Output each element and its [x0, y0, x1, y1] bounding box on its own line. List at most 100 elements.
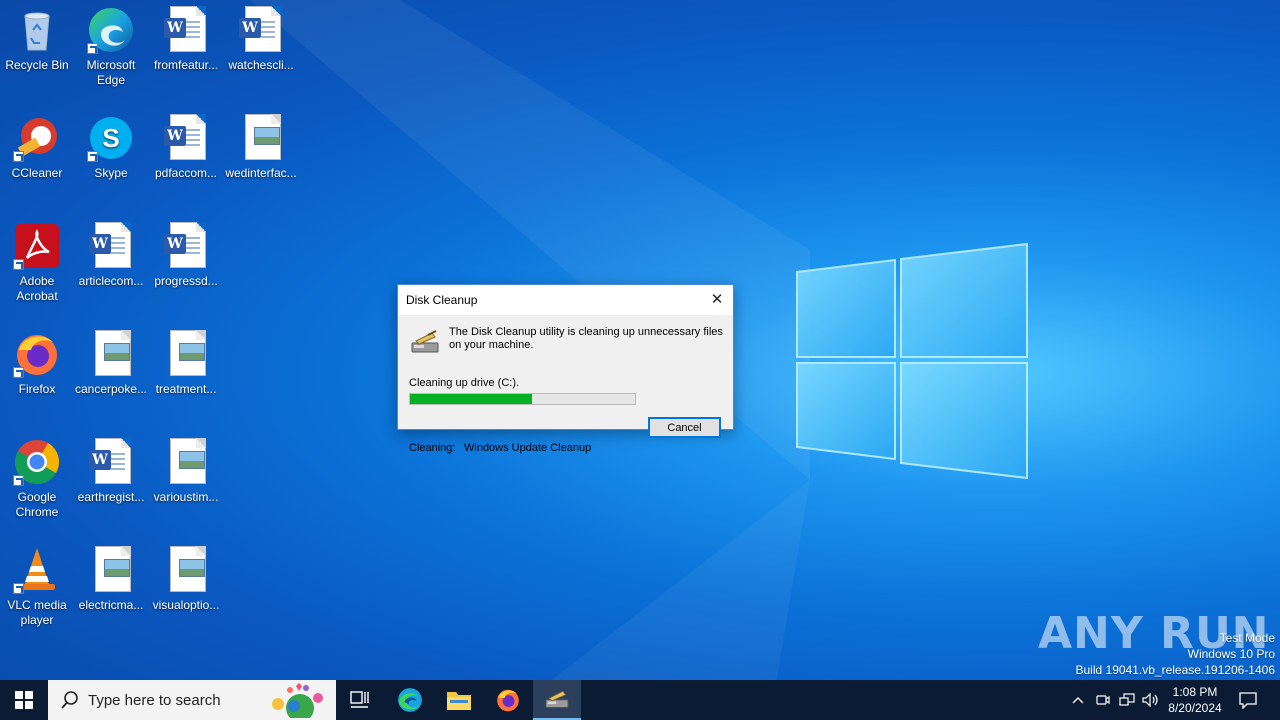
firefox-icon [13, 330, 61, 378]
watermark-line: Build 19041.vb_release.191206-1406 [1075, 663, 1276, 677]
desktop-icon-ccleaner[interactable]: CCleaner [0, 108, 75, 208]
image-file-icon [87, 330, 135, 378]
taskbar-disk-cleanup-button[interactable] [533, 680, 581, 720]
skype-icon: S [87, 114, 135, 162]
desktop-icon-image-file[interactable]: treatment... [148, 324, 224, 424]
dialog-message: The Disk Cleanup utility is cleaning up … [449, 326, 723, 351]
word-document-icon: W [162, 6, 210, 54]
watermark-line: Windows 10 Pro [1187, 647, 1275, 661]
desktop-icon-word-doc[interactable]: W articlecom... [73, 216, 149, 316]
show-hidden-icons-button[interactable] [1068, 680, 1088, 720]
word-document-icon: W [237, 6, 285, 54]
desktop-icon-google-chrome[interactable]: Google Chrome [0, 432, 75, 532]
desktop-icon-label: Skype [94, 166, 128, 180]
desktop-icon-label: wedinterfac... [225, 166, 297, 180]
shortcut-arrow-icon [87, 151, 98, 162]
progress-fill [410, 394, 532, 404]
desktop-icon-word-doc[interactable]: W watchescli... [223, 0, 299, 100]
taskbar-search-box[interactable]: Type here to search [48, 680, 336, 720]
word-document-icon: W [162, 114, 210, 162]
start-button[interactable] [0, 680, 48, 720]
desktop-icon-word-doc[interactable]: W earthregist... [73, 432, 149, 532]
desktop-icon-firefox[interactable]: Firefox [0, 324, 75, 424]
disk-cleanup-icon [411, 330, 439, 353]
image-file-icon [237, 114, 285, 162]
vlc-icon [13, 546, 61, 594]
tray-volume-button[interactable] [1141, 680, 1161, 720]
image-file-icon [162, 438, 210, 486]
dialog-titlebar[interactable]: Disk Cleanup ✕ [398, 285, 733, 315]
shortcut-arrow-icon [87, 43, 98, 54]
desktop-icon-label: electricma... [78, 598, 144, 612]
desktop-icon-label: progressd... [154, 274, 218, 288]
desktop-icon-word-doc[interactable]: W pdfaccom... [148, 108, 224, 208]
edge-icon [398, 688, 422, 712]
adobe-acrobat-icon [13, 222, 61, 270]
desktop-icon-vlc[interactable]: VLC media player [0, 540, 75, 640]
cleaning-status: Cleaning: Windows Update Cleanup [409, 442, 591, 454]
action-center-button[interactable] [1236, 680, 1260, 720]
desktop-icon-microsoft-edge[interactable]: Microsoft Edge [73, 0, 149, 100]
desktop-icon-word-doc[interactable]: W progressd... [148, 216, 224, 316]
tray-meet-now-button[interactable] [1093, 680, 1113, 720]
progress-bar [409, 393, 636, 405]
firefox-icon [497, 689, 519, 712]
close-icon[interactable]: ✕ [701, 285, 733, 315]
word-document-icon: W [87, 438, 135, 486]
image-file-icon [162, 330, 210, 378]
desktop-icon-label: pdfaccom... [154, 166, 218, 180]
shortcut-arrow-icon [13, 151, 24, 162]
chevron-up-icon [1072, 697, 1084, 704]
clock-time: 1:08 PM [1172, 685, 1218, 699]
folder-icon [447, 692, 471, 710]
taskbar-edge-button[interactable] [386, 680, 434, 720]
windows-test-mode-watermark: Test Mode Windows 10 Pro Build 19041.vb_… [1076, 630, 1276, 678]
desktop-icon-image-file[interactable]: cancerpoke... [73, 324, 149, 424]
desktop-icon-label: cancerpoke... [74, 382, 148, 396]
volume-icon [1142, 693, 1158, 707]
desktop-icon-label: Google Chrome [15, 490, 59, 519]
windows-logo-wallpaper [796, 242, 1028, 480]
meet-now-icon [1096, 695, 1110, 705]
desktop-icon-word-doc[interactable]: W fromfeatur... [148, 0, 224, 100]
desktop-icon-recycle-bin[interactable]: Recycle Bin [0, 0, 75, 100]
shortcut-arrow-icon [13, 583, 24, 594]
desktop-icon-skype[interactable]: S Skype [73, 108, 149, 208]
ccleaner-icon [13, 114, 61, 162]
edge-icon [87, 6, 135, 54]
taskbar-clock[interactable]: 1:08 PM 8/20/2024 [1165, 684, 1225, 716]
desktop-icon-label: Recycle Bin [5, 58, 69, 72]
desktop-icon-label: Firefox [18, 382, 56, 396]
desktop-icon-adobe-acrobat[interactable]: Adobe Acrobat [0, 216, 75, 316]
tray-network-button[interactable] [1117, 680, 1137, 720]
disk-cleanup-icon [545, 690, 569, 708]
shortcut-arrow-icon [13, 259, 24, 270]
desktop-icon-label: articlecom... [78, 274, 144, 288]
desktop-icon-image-file[interactable]: varioustim... [148, 432, 224, 532]
desktop-icon-label: treatment... [155, 382, 217, 396]
desktop-icon-label: CCleaner [11, 166, 63, 180]
dialog-title: Disk Cleanup [406, 293, 478, 307]
taskbar: Type here to search 1:08 PM 8/20/2024 [0, 680, 1280, 720]
clock-date: 8/20/2024 [1168, 701, 1222, 715]
cancel-button[interactable]: Cancel [648, 417, 721, 438]
svg-text:S: S [102, 123, 119, 153]
search-highlight-illustration-icon [272, 683, 323, 718]
image-file-icon [162, 546, 210, 594]
cleaning-value: Windows Update Cleanup [464, 442, 592, 454]
desktop-icon-image-file[interactable]: electricma... [73, 540, 149, 640]
shortcut-arrow-icon [13, 367, 24, 378]
disk-cleanup-dialog: Disk Cleanup ✕ The Disk Cleanup utility … [397, 284, 734, 454]
dialog-body: The Disk Cleanup utility is cleaning up … [398, 315, 733, 454]
search-icon [61, 691, 78, 709]
word-document-icon: W [162, 222, 210, 270]
task-view-button[interactable] [336, 680, 384, 720]
cleaning-label: Cleaning: [409, 442, 456, 454]
taskbar-file-explorer-button[interactable] [435, 680, 483, 720]
task-view-icon [350, 691, 369, 708]
desktop-icon-image-file[interactable]: visualoptio... [148, 540, 224, 640]
drive-label: Cleaning up drive (C:). [409, 377, 520, 389]
desktop-icon-label: watchescli... [228, 58, 294, 72]
desktop-icon-image-file[interactable]: wedinterfac... [223, 108, 299, 208]
taskbar-firefox-button[interactable] [484, 680, 532, 720]
